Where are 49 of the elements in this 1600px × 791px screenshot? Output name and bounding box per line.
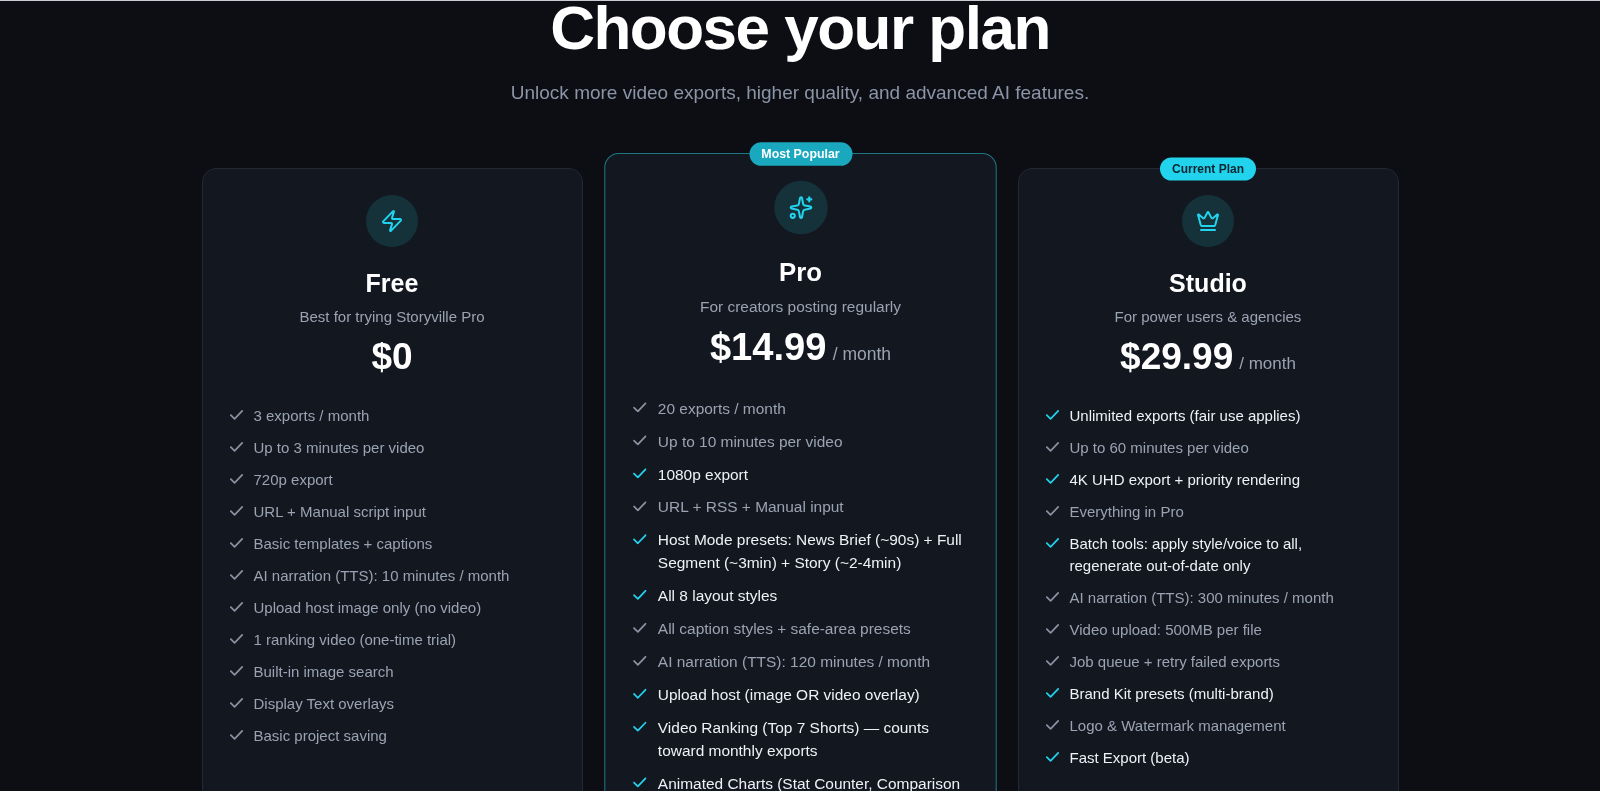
feature-text: Unlimited exports (fair use applies): [1069, 406, 1301, 426]
feature-text: Basic templates + captions: [253, 534, 433, 554]
plan-price: $0: [371, 335, 413, 379]
feature-text: URL + RSS + Manual input: [657, 497, 844, 518]
plan-description: For power users & agencies: [1114, 307, 1302, 327]
price-period: / month: [832, 343, 891, 367]
feature-text: 3 exports / month: [253, 406, 370, 426]
feature-text: All caption styles + safe-area presets: [657, 618, 911, 640]
plan-badge: Current Plan: [1160, 157, 1256, 181]
plan-badge: Most Popular: [748, 142, 852, 166]
plan-description: Best for trying Storyville Pro: [299, 307, 485, 327]
feature-text: 20 exports / month: [657, 398, 786, 419]
plan-price: $29.99: [1120, 335, 1234, 379]
feature-text: Fast Export (beta): [1069, 748, 1190, 768]
feature-text: 1080p export: [657, 464, 748, 485]
page-subtitle: Unlock more video exports, higher quality, and advanced AI features.: [510, 81, 1090, 105]
feature-text: Everything in Pro: [1069, 502, 1184, 522]
feature-text: Job queue + retry failed exports: [1069, 652, 1281, 672]
lightning-bolt-icon: [366, 195, 418, 247]
crown-icon: [1182, 195, 1234, 247]
feature-text: Batch tools: apply style/voice to all, regenerate out-of-date only: [1069, 534, 1304, 576]
feature-text: 4K UHD export + priority rendering: [1069, 470, 1300, 490]
feature-text: Video Ranking (Top 7 Shorts) — counts toward monthly exports: [657, 717, 930, 761]
feature-text: 1 ranking video (one-time trial): [253, 630, 457, 650]
feature-text: Up to 3 minutes per video: [253, 438, 425, 458]
feature-text: Upload host (image OR video overlay): [657, 684, 920, 705]
plan-price: $14.99: [709, 325, 826, 371]
feature-text: Brand Kit presets (multi-brand): [1069, 684, 1274, 704]
feature-text: AI narration (TTS): 120 minutes / month: [657, 651, 930, 673]
feature-text: Up to 60 minutes per video: [1069, 438, 1249, 458]
plan-name: Studio: [1169, 268, 1247, 299]
plan-name: Free: [365, 268, 419, 299]
feature-text: AI narration (TTS): 10 minutes / month: [253, 566, 510, 586]
plan-name: Pro: [778, 256, 822, 288]
feature-text: Basic project saving: [253, 726, 387, 746]
feature-text: Logo & Watermark management: [1069, 716, 1286, 736]
plan-description: For creators posting regularly: [699, 296, 901, 317]
feature-text: Host Mode presets: News Brief (~90s) + Full Segment (~3min) + Story (~2-4min): [657, 530, 963, 574]
feature-text: Display Text overlays: [253, 694, 395, 714]
feature-text: All 8 layout styles: [657, 585, 777, 607]
feature-text: 720p export: [253, 470, 333, 490]
feature-text: Animated Charts (Stat Counter, Comparison: [657, 773, 960, 791]
feature-text: Built-in image search: [253, 662, 394, 682]
feature-text: Up to 10 minutes per video: [657, 431, 842, 452]
price-period: / month: [1239, 353, 1296, 375]
feature-text: URL + Manual script input: [253, 502, 426, 522]
feature-text: Video upload: 500MB per file: [1069, 620, 1262, 640]
feature-text: Upload host image only (no video): [253, 598, 482, 618]
feature-text: AI narration (TTS): 300 minutes / month: [1069, 588, 1334, 608]
